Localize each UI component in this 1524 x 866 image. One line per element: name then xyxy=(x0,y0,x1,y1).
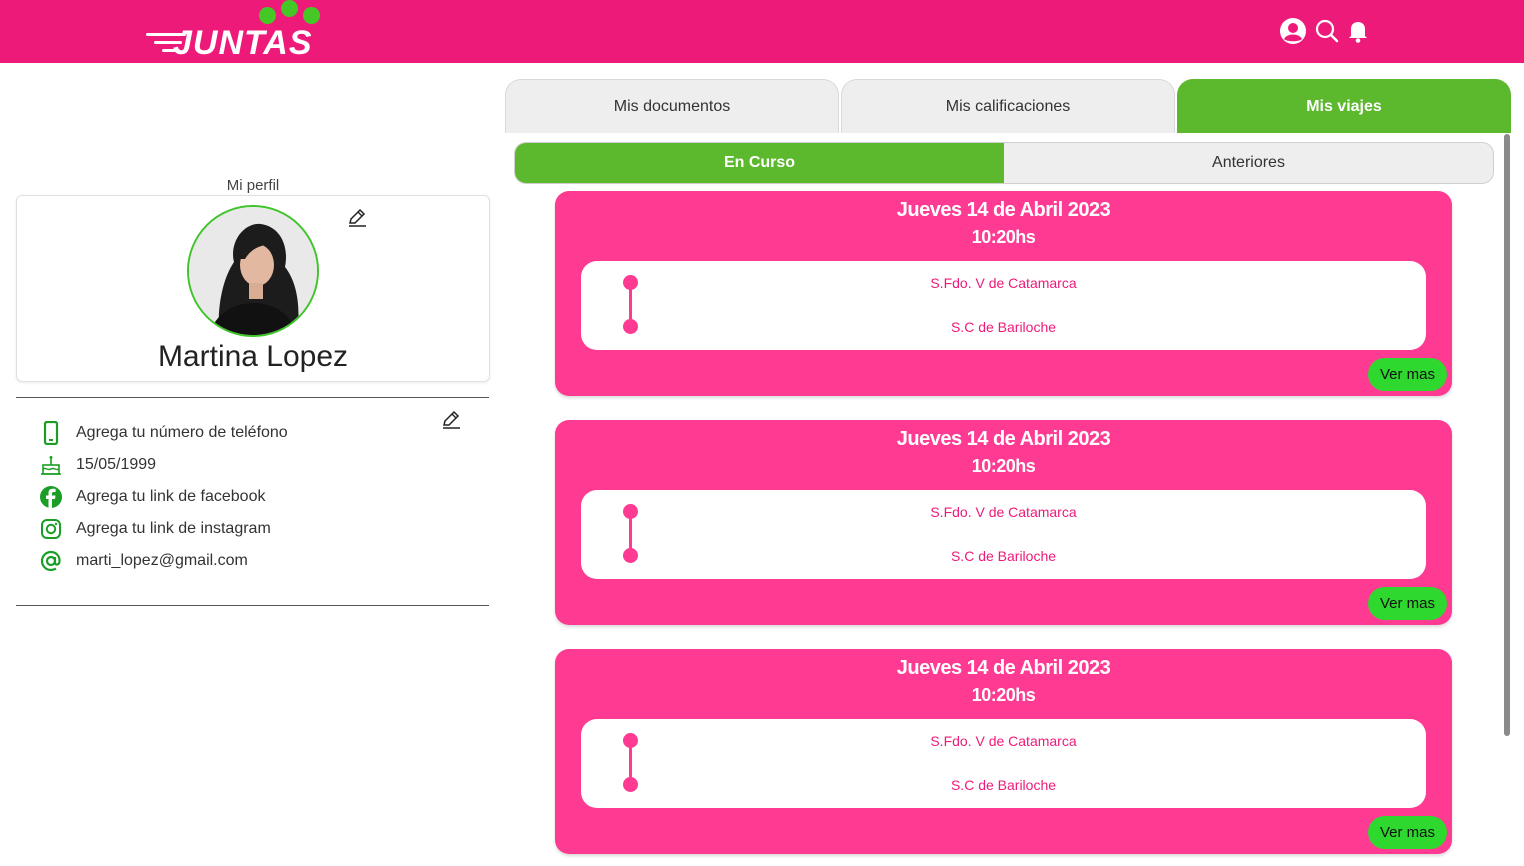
route-box: S.Fdo. V de Catamarca S.C de Bariloche xyxy=(581,719,1426,808)
info-row-phone[interactable]: Agrega tu número de teléfono xyxy=(38,420,288,446)
info-divider-bottom xyxy=(16,605,489,606)
route-box: S.Fdo. V de Catamarca S.C de Bariloche xyxy=(581,261,1426,350)
profile-name: Martina Lopez xyxy=(157,340,349,373)
route-origin: S.Fdo. V de Catamarca xyxy=(930,275,1077,291)
trip-time: 10:20hs xyxy=(971,685,1036,705)
birthday-text: 15/05/1999 xyxy=(76,456,157,473)
juntas-logo[interactable]: JUNTAS xyxy=(140,0,330,62)
avatar xyxy=(187,205,319,337)
facebook-icon xyxy=(38,484,64,510)
bell-icon[interactable] xyxy=(1344,17,1372,45)
facebook-text: Agrega tu link de facebook xyxy=(76,488,266,505)
scrollbar[interactable] xyxy=(1504,134,1510,736)
route-destination: S.C de Bariloche xyxy=(950,777,1057,793)
trip-card: Jueves 14 de Abril 2023 10:20hs S.Fdo. V… xyxy=(555,191,1452,396)
ver-mas-button[interactable]: Ver mas xyxy=(1368,816,1447,849)
info-row-birthday: 15/05/1999 xyxy=(38,452,156,478)
instagram-icon xyxy=(38,516,64,542)
info-row-facebook[interactable]: Agrega tu link de facebook xyxy=(38,484,265,510)
tab-mis-documentos[interactable]: Mis documentos xyxy=(505,79,839,133)
avatar-photo xyxy=(189,207,317,335)
logo-dot xyxy=(303,7,320,24)
phone-text: Agrega tu número de teléfono xyxy=(76,424,288,441)
instagram-text: Agrega tu link de instagram xyxy=(76,520,271,537)
top-header: JUNTAS xyxy=(0,0,1524,63)
user-circle-icon[interactable] xyxy=(1279,17,1307,45)
phone-icon xyxy=(38,420,64,446)
email-text: marti_lopez@gmail.com xyxy=(76,552,248,569)
info-row-email: marti_lopez@gmail.com xyxy=(38,548,248,574)
logo-text: JUNTAS xyxy=(173,24,313,62)
subtab-anteriores[interactable]: Anteriores xyxy=(1004,143,1493,183)
trip-card: Jueves 14 de Abril 2023 10:20hs S.Fdo. V… xyxy=(555,649,1452,854)
logo-dot xyxy=(281,0,298,17)
logo-dot xyxy=(259,7,276,24)
edit-profile-icon[interactable] xyxy=(346,206,368,228)
route-destination: S.C de Bariloche xyxy=(950,319,1057,335)
route-origin: S.Fdo. V de Catamarca xyxy=(930,504,1077,520)
route-box: S.Fdo. V de Catamarca S.C de Bariloche xyxy=(581,490,1426,579)
info-divider-top xyxy=(16,397,489,398)
trip-date: Jueves 14 de Abril 2023 xyxy=(896,428,1111,450)
tab-mis-calificaciones[interactable]: Mis calificaciones xyxy=(841,79,1175,133)
at-icon xyxy=(38,548,64,574)
ver-mas-button[interactable]: Ver mas xyxy=(1368,358,1447,391)
trip-status-toggle: En Curso Anteriores xyxy=(514,142,1494,184)
profile-section-title: Mi perfil xyxy=(226,177,280,194)
route-destination: S.C de Bariloche xyxy=(950,548,1057,564)
ver-mas-button[interactable]: Ver mas xyxy=(1368,587,1447,620)
info-row-instagram[interactable]: Agrega tu link de instagram xyxy=(38,516,271,542)
profile-card: Martina Lopez xyxy=(16,195,490,382)
edit-info-icon[interactable] xyxy=(440,408,462,430)
tab-mis-viajes[interactable]: Mis viajes xyxy=(1177,79,1511,133)
trip-date: Jueves 14 de Abril 2023 xyxy=(896,199,1111,221)
trip-card: Jueves 14 de Abril 2023 10:20hs S.Fdo. V… xyxy=(555,420,1452,625)
route-origin: S.Fdo. V de Catamarca xyxy=(930,733,1077,749)
trip-time: 10:20hs xyxy=(971,456,1036,476)
cake-icon xyxy=(38,452,64,478)
subtab-en-curso[interactable]: En Curso xyxy=(515,143,1004,183)
trip-time: 10:20hs xyxy=(971,227,1036,247)
search-icon[interactable] xyxy=(1313,17,1341,45)
trip-date: Jueves 14 de Abril 2023 xyxy=(896,657,1111,679)
